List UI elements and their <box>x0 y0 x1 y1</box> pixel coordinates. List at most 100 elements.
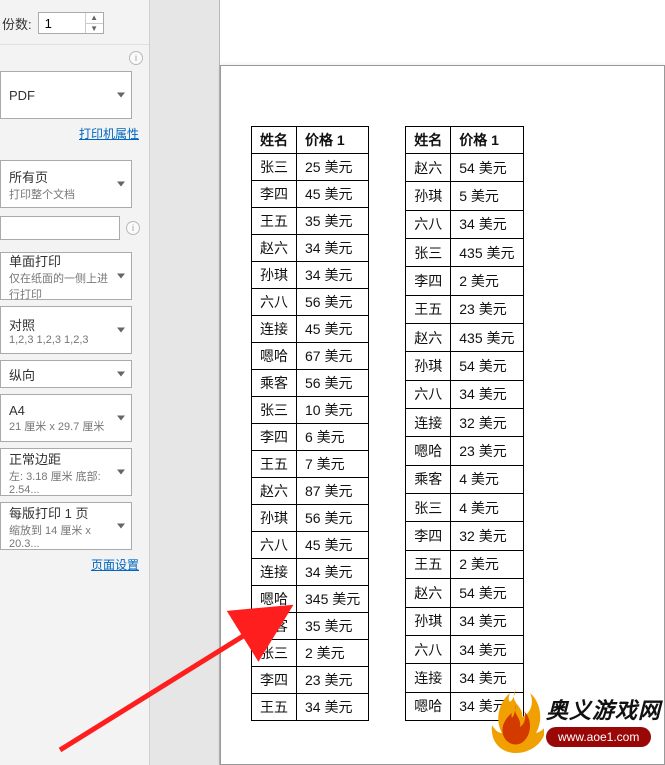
printer-properties-link[interactable]: 打印机属性 <box>0 123 149 150</box>
chevron-down-icon <box>117 470 125 475</box>
col-name-header: 姓名 <box>252 127 297 154</box>
table-row: 赵六435 美元 <box>406 324 523 352</box>
cell-price: 45 美元 <box>297 316 369 343</box>
table-row: 赵六54 美元 <box>406 579 523 607</box>
table-row: 李四45 美元 <box>252 181 369 208</box>
cell-price: 2 美元 <box>451 267 523 295</box>
page-content: 姓名 价格 1 张三25 美元李四45 美元王五35 美元赵六34 美元孙琪34… <box>221 66 664 751</box>
cell-price: 35 美元 <box>297 613 369 640</box>
watermark-text: 奥义游戏网 www.aoe1.com <box>546 693 661 747</box>
cell-name: 王五 <box>406 295 451 323</box>
cell-price: 35 美元 <box>297 208 369 235</box>
pages-input[interactable] <box>0 216 120 240</box>
cell-price: 34 美元 <box>451 380 523 408</box>
print-range-combo[interactable]: 所有页 打印整个文档 <box>0 160 132 208</box>
copies-row: 份数: ▲ ▼ <box>0 8 149 45</box>
table-row: 孙琪34 美元 <box>406 607 523 635</box>
cell-name: 六八 <box>406 210 451 238</box>
copies-spinner[interactable]: ▲ ▼ <box>38 12 104 34</box>
table-row: 王五35 美元 <box>252 208 369 235</box>
cell-price: 6 美元 <box>297 424 369 451</box>
table-row: 王五23 美元 <box>406 295 523 323</box>
cell-name: 张三 <box>252 640 297 667</box>
copies-up-icon[interactable]: ▲ <box>86 13 103 24</box>
table-row: 李四32 美元 <box>406 522 523 550</box>
orientation-combo[interactable]: 纵向 <box>0 360 132 388</box>
cell-price: 54 美元 <box>451 154 523 182</box>
cell-price: 87 美元 <box>297 478 369 505</box>
table-row: 孙琪5 美元 <box>406 182 523 210</box>
chevron-down-icon <box>117 93 125 98</box>
table-row: 张三25 美元 <box>252 154 369 181</box>
duplex-line2: 仅在纸面的一侧上进行打印 <box>9 270 111 302</box>
col-price-header: 价格 1 <box>451 127 523 154</box>
cell-name: 连接 <box>252 316 297 343</box>
cell-name: 王五 <box>252 208 297 235</box>
copies-input[interactable] <box>39 13 85 33</box>
table-row: 孙琪56 美元 <box>252 505 369 532</box>
duplex-combo[interactable]: 单面打印 仅在纸面的一侧上进行打印 <box>0 252 132 300</box>
cell-price: 23 美元 <box>451 295 523 323</box>
scale-line2: 缩放到 14 厘米 x 20.3... <box>9 522 111 550</box>
margins-combo[interactable]: 正常边距 左: 3.18 厘米 底部: 2.54... <box>0 448 132 496</box>
cell-price: 56 美元 <box>297 370 369 397</box>
cell-price: 54 美元 <box>451 352 523 380</box>
flame-icon <box>488 685 544 755</box>
cell-price: 32 美元 <box>451 409 523 437</box>
page-setup-link[interactable]: 页面设置 <box>0 554 149 581</box>
chevron-down-icon <box>117 372 125 377</box>
printer-combo[interactable]: PDF <box>0 71 132 119</box>
cell-price: 4 美元 <box>451 465 523 493</box>
cell-price: 34 美元 <box>297 235 369 262</box>
table-row: 王五2 美元 <box>406 550 523 578</box>
collate-line1: 对照 <box>9 315 35 334</box>
table-row: 嗯哈67 美元 <box>252 343 369 370</box>
table-header-row: 姓名 价格 1 <box>252 127 369 154</box>
watermark: 奥义游戏网 www.aoe1.com <box>488 685 661 755</box>
table-row: 孙琪34 美元 <box>252 262 369 289</box>
copies-arrows: ▲ ▼ <box>85 13 103 33</box>
cell-name: 嗯哈 <box>252 343 297 370</box>
cell-name: 嗯哈 <box>252 586 297 613</box>
cell-name: 张三 <box>406 494 451 522</box>
orientation-label: 纵向 <box>9 365 35 384</box>
table-row: 嗯哈23 美元 <box>406 437 523 465</box>
cell-name: 六八 <box>406 635 451 663</box>
print-range-line1: 所有页 <box>9 167 48 186</box>
cell-price: 67 美元 <box>297 343 369 370</box>
cell-name: 连接 <box>252 559 297 586</box>
preview-gutter <box>150 0 220 765</box>
scale-combo[interactable]: 每版打印 1 页 缩放到 14 厘米 x 20.3... <box>0 502 132 550</box>
data-table-2: 姓名 价格 1 赵六54 美元孙琪5 美元六八34 美元张三435 美元李四2 … <box>405 126 523 721</box>
cell-name: 赵六 <box>252 235 297 262</box>
table-row: 嗯哈345 美元 <box>252 586 369 613</box>
table-row: 六八56 美元 <box>252 289 369 316</box>
table-row: 张三4 美元 <box>406 494 523 522</box>
paper-line2: 21 厘米 x 29.7 厘米 <box>9 418 104 434</box>
cell-price: 34 美元 <box>297 694 369 721</box>
cell-name: 连接 <box>406 409 451 437</box>
cell-name: 孙琪 <box>252 505 297 532</box>
info-icon[interactable]: i <box>129 51 143 65</box>
cell-name: 孙琪 <box>406 182 451 210</box>
table-row: 赵六54 美元 <box>406 154 523 182</box>
paper-combo[interactable]: A4 21 厘米 x 29.7 厘米 <box>0 394 132 442</box>
copies-down-icon[interactable]: ▼ <box>86 24 103 34</box>
cell-price: 7 美元 <box>297 451 369 478</box>
cell-name: 连接 <box>406 664 451 692</box>
cell-name: 张三 <box>252 397 297 424</box>
data-table-1: 姓名 价格 1 张三25 美元李四45 美元王五35 美元赵六34 美元孙琪34… <box>251 126 369 721</box>
collate-line2: 1,2,3 1,2,3 1,2,3 <box>9 334 89 346</box>
table-row: 连接32 美元 <box>406 409 523 437</box>
chevron-down-icon <box>117 182 125 187</box>
print-range-line2: 打印整个文档 <box>9 186 75 202</box>
table-row: 六八34 美元 <box>406 380 523 408</box>
cell-name: 六八 <box>252 532 297 559</box>
table-row: 赵六34 美元 <box>252 235 369 262</box>
info-icon[interactable]: i <box>126 221 140 235</box>
collate-combo[interactable]: 对照 1,2,3 1,2,3 1,2,3 <box>0 306 132 354</box>
cell-name: 李四 <box>252 424 297 451</box>
cell-price: 23 美元 <box>451 437 523 465</box>
cell-name: 王五 <box>252 694 297 721</box>
cell-price: 34 美元 <box>451 635 523 663</box>
